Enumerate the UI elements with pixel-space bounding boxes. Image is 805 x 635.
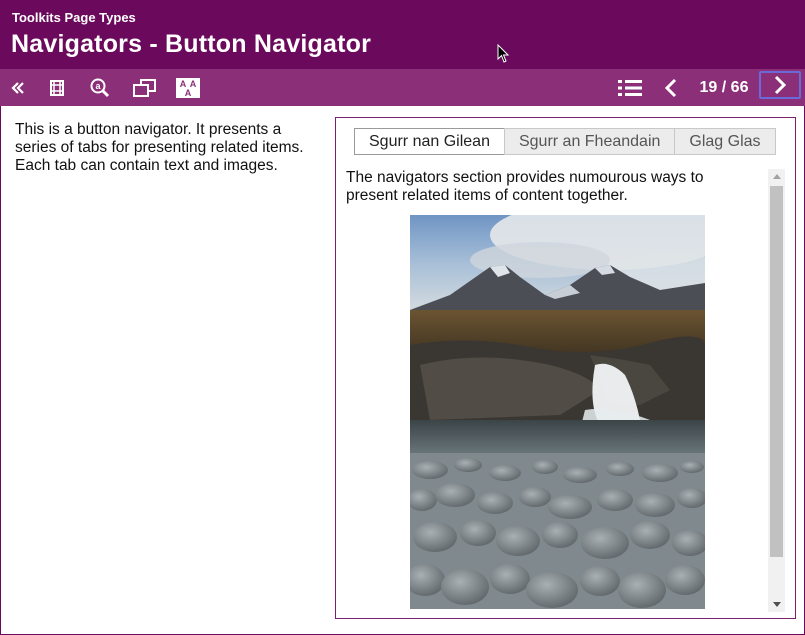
menu-list-icon[interactable] xyxy=(616,69,644,106)
svg-text:A: A xyxy=(185,88,192,98)
tab-sgurr-an-fheandain[interactable]: Sgurr an Fheandain xyxy=(503,128,676,155)
tab-sgurr-nan-gilean[interactable]: Sgurr nan Gilean xyxy=(354,128,505,155)
windows-icon[interactable] xyxy=(131,69,158,106)
scroll-up-arrow-icon[interactable] xyxy=(768,169,785,183)
content-scrollbar[interactable] xyxy=(768,169,785,612)
filmstrip-icon[interactable] xyxy=(46,69,68,106)
button-navigator-panel: Sgurr nan Gilean Sgurr an Fheandain Glag… xyxy=(335,117,796,619)
next-page-button[interactable] xyxy=(759,71,801,99)
navigator-tabs: Sgurr nan Gilean Sgurr an Fheandain Glag… xyxy=(354,128,776,155)
content-text: The navigators section provides numourou… xyxy=(346,169,704,204)
page-title: Navigators - Button Navigator xyxy=(11,30,371,58)
next-page-icon xyxy=(774,75,787,95)
tab-content: The navigators section provides numourou… xyxy=(346,169,764,609)
mouse-cursor-icon xyxy=(497,44,510,63)
svg-text:a: a xyxy=(95,81,101,91)
page-header: Toolkits Page Types Navigators - Button … xyxy=(0,0,805,69)
previous-page-icon[interactable] xyxy=(660,69,682,106)
scroll-down-arrow-icon[interactable] xyxy=(768,598,785,612)
intro-text: This is a button navigator. It presents … xyxy=(15,121,304,174)
scrollbar-thumb[interactable] xyxy=(770,186,783,557)
page-counter: 19 / 66 xyxy=(699,78,749,96)
toolbar: a AAA 19 / 66 xyxy=(0,69,805,106)
toolkit-name: Toolkits Page Types xyxy=(12,10,136,25)
text-size-icon[interactable]: AAA xyxy=(175,69,201,106)
landscape-photo xyxy=(410,215,705,609)
collapse-icon[interactable] xyxy=(8,69,28,106)
search-icon[interactable]: a xyxy=(88,69,112,106)
tab-glag-glas[interactable]: Glag Glas xyxy=(674,128,776,155)
